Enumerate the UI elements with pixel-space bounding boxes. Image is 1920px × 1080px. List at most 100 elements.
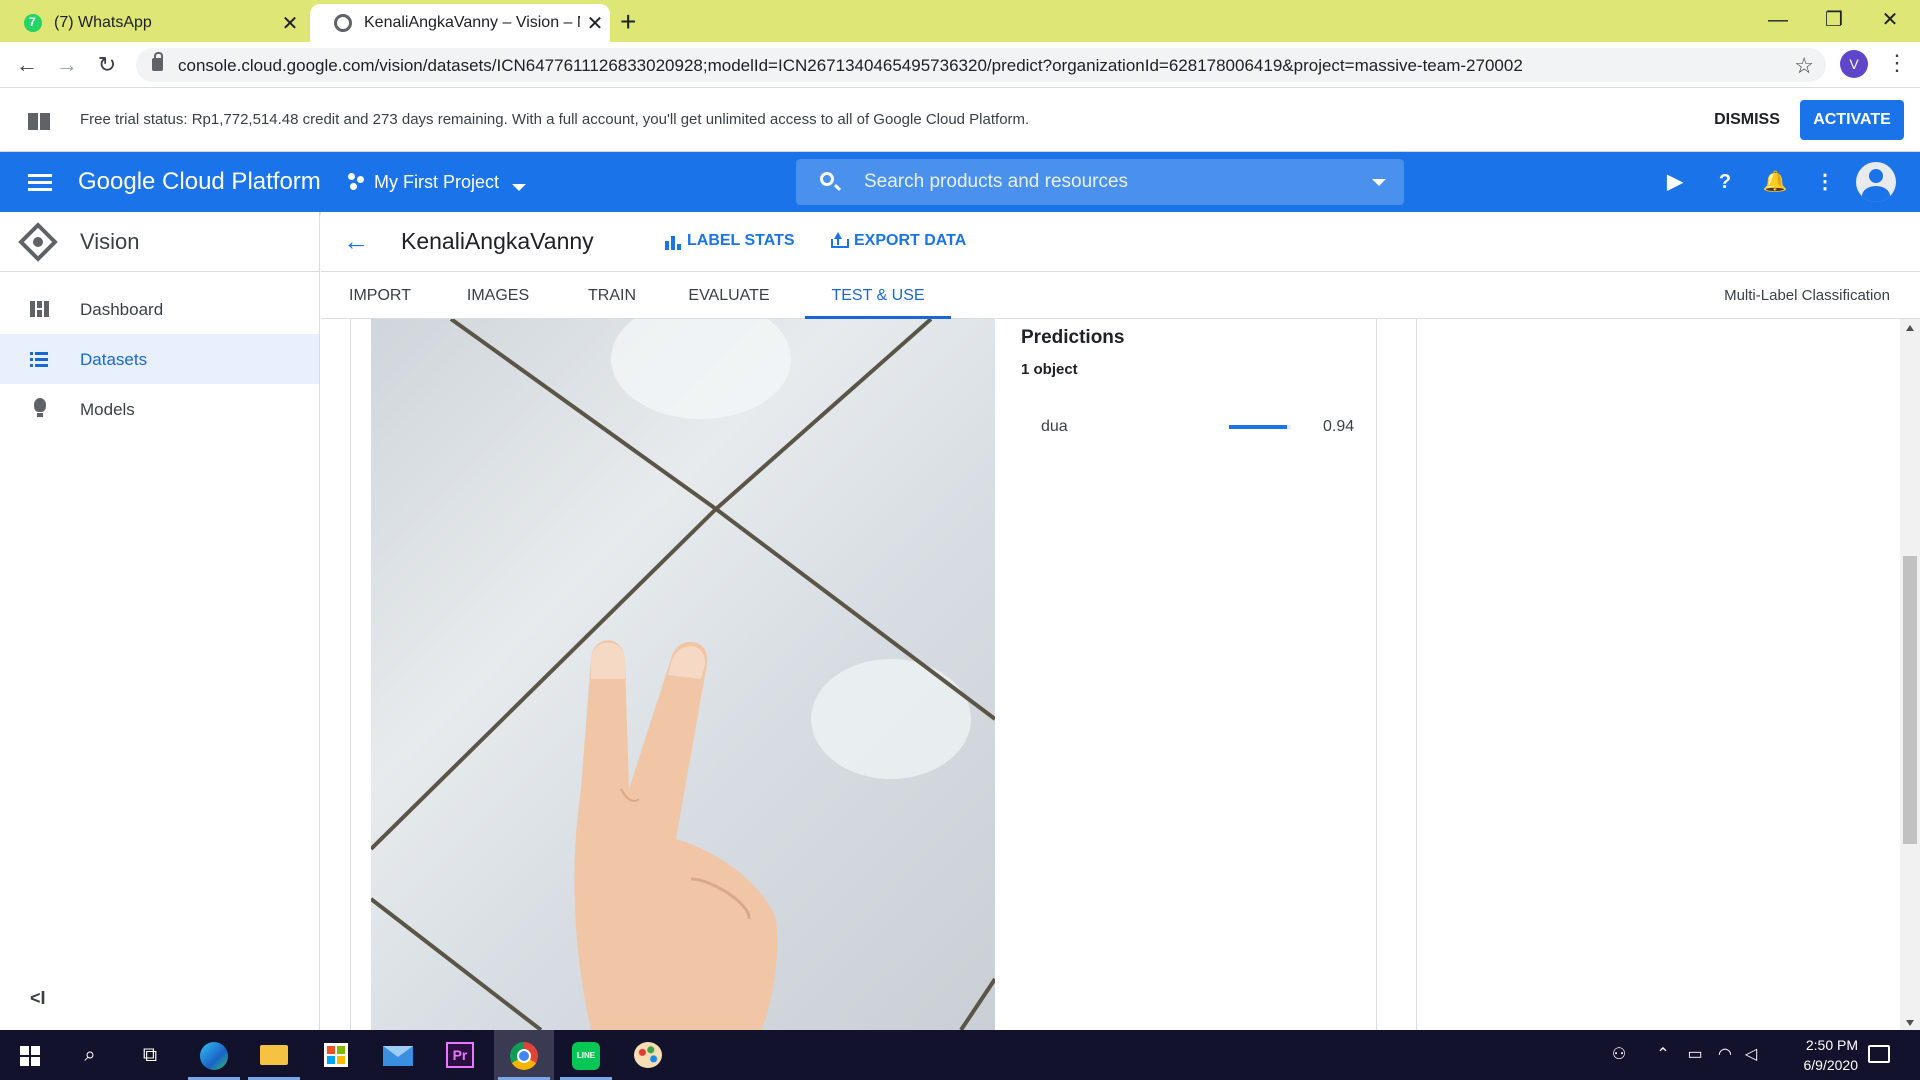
free-trial-banner: Free trial status: Rp1,772,514.48 credit… [0, 88, 1920, 152]
browser-tab-whatsapp[interactable]: (7) WhatsApp ✕ [0, 4, 305, 42]
more-options-icon[interactable]: ⋮ [1811, 168, 1839, 196]
windows-taskbar: ⌕ ⧉ Pr LINE ⚇ ⌃ ▭ ◠ ◁ 2:50 PM 6/9/2020 [0, 1030, 1920, 1080]
export-data-button[interactable]: EXPORT DATA [854, 232, 966, 250]
search-taskbar-button[interactable]: ⌕ [60, 1030, 120, 1080]
minimize-button[interactable]: — [1750, 0, 1806, 42]
edge-taskbar-button[interactable] [184, 1030, 244, 1080]
prediction-label: dua [1041, 418, 1068, 435]
label-stats-button[interactable]: LABEL STATS [687, 232, 795, 250]
address-bar[interactable]: console.cloud.google.com/vision/datasets… [136, 48, 1826, 82]
tab-evaluate[interactable]: EVALUATE [667, 272, 791, 319]
paint-taskbar-button[interactable] [618, 1030, 678, 1080]
dashboard-icon [30, 301, 49, 317]
edge-icon [200, 1042, 228, 1070]
wifi-icon[interactable]: ◠ [1712, 1030, 1738, 1080]
search-dropdown-icon[interactable] [1372, 179, 1386, 186]
clock-time: 2:50 PM [1805, 1037, 1858, 1053]
scrollbar-thumb[interactable] [1903, 556, 1917, 844]
restore-button[interactable]: ❐ [1806, 0, 1862, 42]
file-explorer-taskbar-button[interactable] [244, 1030, 304, 1080]
sidebar: Vision Dashboard Datasets Models <I [0, 212, 320, 1030]
line-icon: LINE [572, 1042, 600, 1070]
tab-close-icon[interactable]: ✕ [275, 11, 305, 36]
test-image [371, 319, 995, 1030]
windows-logo-icon [20, 1046, 40, 1066]
sidebar-item-label: Dashboard [80, 300, 164, 319]
project-selector[interactable]: My First Project [374, 172, 499, 193]
dismiss-button[interactable]: DISMISS [1702, 102, 1792, 138]
start-button[interactable] [0, 1030, 60, 1080]
notifications-icon[interactable]: 🔔 [1761, 168, 1789, 196]
hamburger-menu-icon[interactable] [28, 174, 52, 192]
reload-icon[interactable]: ↻ [90, 48, 124, 82]
search-icon [820, 172, 834, 186]
premiere-icon: Pr [446, 1042, 474, 1068]
tab-images[interactable]: IMAGES [439, 272, 557, 319]
new-tab-button[interactable]: + [620, 6, 636, 38]
line-taskbar-button[interactable]: LINE [556, 1030, 616, 1080]
browser-toolbar: ← → ↻ console.cloud.google.com/vision/da… [0, 42, 1920, 88]
profile-avatar[interactable]: V [1840, 50, 1868, 78]
gift-icon [28, 108, 50, 130]
dataset-title: KenaliAngkaVanny [401, 228, 594, 254]
gcp-header: Google Cloud Platform My First Project S… [0, 152, 1920, 212]
divider [350, 319, 351, 1030]
folder-icon [260, 1045, 288, 1065]
predictions-title: Predictions [1021, 327, 1125, 348]
chrome-taskbar-button[interactable] [494, 1030, 554, 1080]
tab-import[interactable]: IMPORT [321, 272, 439, 319]
collapse-sidebar-button[interactable]: <I [30, 988, 46, 1009]
task-view-button[interactable]: ⧉ [120, 1030, 180, 1080]
scroll-down-icon[interactable] [1906, 1020, 1914, 1026]
classification-type: Multi-Label Classification [1724, 287, 1890, 304]
clock-date: 6/9/2020 [1803, 1057, 1859, 1073]
tab-train[interactable]: TRAIN [557, 272, 667, 319]
project-dropdown-icon[interactable] [512, 184, 526, 191]
store-icon [324, 1043, 348, 1067]
lock-icon [152, 52, 163, 71]
search-input[interactable]: Search products and resources [796, 159, 1404, 205]
account-avatar[interactable] [1856, 162, 1896, 202]
battery-icon[interactable]: ▭ [1680, 1030, 1710, 1080]
whatsapp-icon [24, 14, 42, 32]
prediction-score-bar [1229, 425, 1291, 429]
show-hidden-icons[interactable]: ⌃ [1650, 1030, 1676, 1080]
action-center-icon[interactable] [1868, 1045, 1890, 1063]
premiere-taskbar-button[interactable]: Pr [430, 1030, 490, 1080]
vision-logo-icon [18, 222, 58, 262]
project-icon [348, 173, 366, 191]
taskbar-clock[interactable]: 2:50 PM 6/9/2020 [1762, 1035, 1859, 1075]
close-window-button[interactable]: ✕ [1862, 0, 1918, 42]
sidebar-item-datasets[interactable]: Datasets [0, 334, 319, 384]
store-taskbar-button[interactable] [306, 1030, 366, 1080]
mail-taskbar-button[interactable] [368, 1030, 428, 1080]
sidebar-item-dashboard[interactable]: Dashboard [0, 284, 319, 334]
browser-menu-icon[interactable]: ⋮ [1886, 50, 1908, 76]
sidebar-item-label: Datasets [80, 350, 148, 369]
scrollbar[interactable] [1900, 319, 1920, 1030]
tab-test-use[interactable]: TEST & USE [805, 272, 951, 319]
mail-icon [383, 1046, 413, 1066]
free-trial-text: Free trial status: Rp1,772,514.48 credit… [80, 111, 1030, 128]
prediction-score-fill [1229, 425, 1288, 429]
people-icon[interactable]: ⚇ [1604, 1030, 1634, 1080]
sidebar-item-models[interactable]: Models [0, 384, 319, 434]
tab-close-icon[interactable]: ✕ [580, 11, 610, 36]
export-icon [831, 232, 849, 248]
help-icon[interactable]: ? [1711, 168, 1739, 196]
forward-icon[interactable]: → [50, 48, 84, 82]
divider [1376, 319, 1377, 1030]
back-icon[interactable]: ← [10, 48, 44, 82]
predictions-count: 1 object [1021, 361, 1078, 378]
url-text[interactable]: console.cloud.google.com/vision/datasets… [178, 56, 1523, 76]
bookmark-star-icon[interactable]: ☆ [1794, 53, 1814, 79]
dataset-tabs: IMPORT IMAGES TRAIN EVALUATE TEST & USE … [321, 272, 1920, 319]
activate-button[interactable]: ACTIVATE [1800, 100, 1904, 140]
volume-icon[interactable]: ◁ [1738, 1030, 1764, 1080]
scroll-up-icon[interactable] [1906, 325, 1914, 331]
product-header: Vision [0, 212, 319, 272]
cloud-shell-icon[interactable]: ▶ [1661, 168, 1689, 196]
browser-tab-vision[interactable]: KenaliAngkaVanny – Vision – My ✕ [310, 4, 610, 42]
back-arrow-icon[interactable]: ← [343, 226, 369, 257]
gcp-title[interactable]: Google Cloud Platform [78, 168, 321, 196]
